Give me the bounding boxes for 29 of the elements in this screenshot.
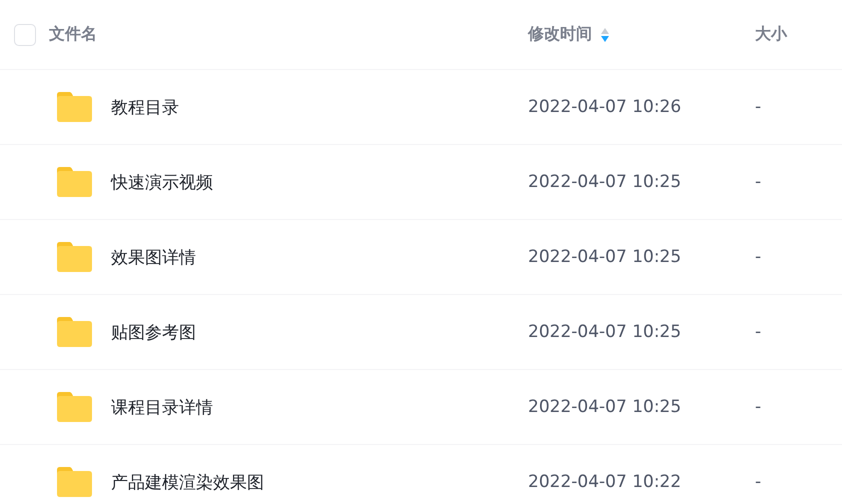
- file-size: -: [755, 247, 762, 267]
- file-name[interactable]: 快速演示视频: [111, 170, 213, 194]
- sort-icon[interactable]: [600, 26, 610, 42]
- column-header[interactable]: 文件名: [49, 24, 97, 45]
- folder-icon: [57, 392, 92, 422]
- file-name[interactable]: 课程目录详情: [111, 396, 213, 418]
- folder-icon: [57, 167, 92, 197]
- modified-time: 2022-04-07 10:25: [528, 247, 682, 267]
- modified-time: 2022-04-07 10:25: [528, 322, 682, 342]
- file-name[interactable]: 产品建模渲染效果图: [111, 470, 264, 494]
- file-size: -: [755, 397, 762, 417]
- file-name[interactable]: 效果图详情: [111, 246, 196, 268]
- folder-icon: [57, 467, 92, 497]
- modified-time: 2022-04-07 10:25: [528, 172, 682, 192]
- file-size: -: [755, 322, 762, 342]
- file-size: -: [755, 97, 762, 117]
- folder-icon: [57, 92, 92, 122]
- file-size: -: [755, 472, 762, 492]
- select-all-checkbox[interactable]: [14, 24, 36, 46]
- file-size: -: [755, 172, 762, 192]
- column-header[interactable]: 修改时间: [528, 24, 592, 45]
- column-header[interactable]: 大小: [755, 24, 787, 43]
- file-name[interactable]: 贴图参考图: [111, 320, 196, 344]
- modified-time: 2022-04-07 10:25: [528, 397, 682, 417]
- file-name[interactable]: 教程目录: [111, 96, 179, 118]
- modified-time: 2022-04-07 10:22: [528, 472, 682, 492]
- folder-icon: [57, 317, 92, 347]
- modified-time: 2022-04-07 10:26: [528, 97, 682, 117]
- folder-icon: [57, 242, 92, 272]
